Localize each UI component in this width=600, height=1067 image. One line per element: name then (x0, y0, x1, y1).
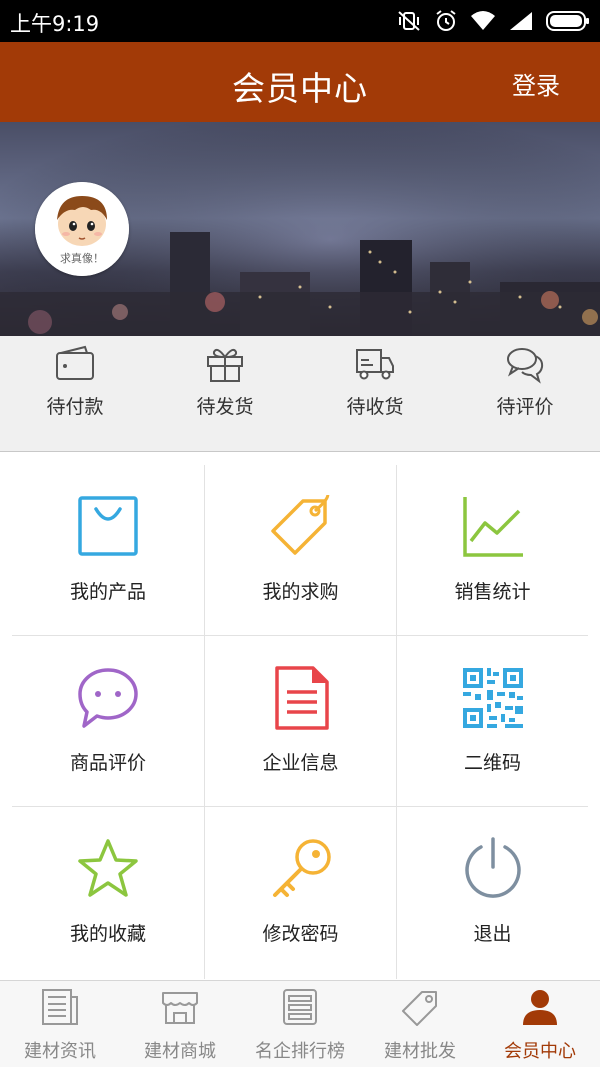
nav-label: 建材商城 (144, 1041, 216, 1062)
feature-label: 修改密码 (262, 923, 339, 945)
feature-label: 我的产品 (69, 581, 146, 603)
status-time: 上午9:19 (10, 12, 100, 36)
order-status-pending-shipment[interactable]: 待发货 (150, 336, 300, 452)
login-button[interactable]: 登录 (512, 66, 560, 101)
truck-icon (356, 349, 394, 380)
power-icon (465, 837, 521, 898)
feature-label: 退出 (473, 923, 512, 945)
vibrate-icon (396, 9, 422, 33)
order-status-label: 待评价 (496, 396, 554, 418)
order-status-pending-receipt[interactable]: 待收货 (300, 336, 450, 452)
order-status-label: 待收货 (346, 396, 404, 418)
my-purchase-requests-button[interactable]: 我的求购 (204, 465, 396, 635)
tag-icon (402, 991, 437, 1026)
avatar[interactable]: 求真像！ (35, 182, 129, 276)
change-password-button[interactable]: 修改密码 (204, 807, 396, 979)
chat-bubbles-icon (507, 348, 544, 384)
qr-code-icon (463, 668, 523, 728)
qr-code-button[interactable]: 二维码 (396, 636, 588, 806)
nav-item-wholesale[interactable]: 建材批发 (360, 981, 480, 1067)
product-reviews-button[interactable]: 商品评价 (12, 636, 204, 806)
feature-label: 我的求购 (262, 581, 339, 603)
order-status-row: 待付款 待发货 待收货 待评价 (0, 336, 600, 452)
line-chart-icon (463, 497, 523, 557)
wallet-icon (56, 345, 94, 380)
star-icon (78, 839, 138, 897)
nav-item-ranking[interactable]: 名企排行榜 (240, 981, 360, 1067)
wifi-icon (470, 10, 496, 32)
ranking-list-icon (283, 989, 317, 1025)
order-status-label: 待付款 (46, 396, 104, 418)
status-icons (396, 7, 590, 35)
logout-button[interactable]: 退出 (396, 807, 588, 979)
speech-bubble-icon (78, 668, 138, 728)
avatar-caption: 求真像！ (60, 252, 104, 265)
key-icon (273, 839, 331, 897)
my-products-button[interactable]: 我的产品 (12, 465, 204, 635)
gift-icon (207, 348, 243, 382)
signal-icon (508, 10, 534, 32)
feature-label: 销售统计 (454, 581, 531, 603)
order-status-pending-review[interactable]: 待评价 (450, 336, 600, 452)
user-icon (523, 990, 557, 1025)
battery-icon (546, 10, 590, 32)
store-icon (162, 992, 198, 1024)
price-tag-icon (271, 495, 330, 555)
sales-statistics-button[interactable]: 销售统计 (396, 465, 588, 635)
my-favorites-button[interactable]: 我的收藏 (12, 807, 204, 979)
order-status-pending-payment[interactable]: 待付款 (0, 336, 150, 452)
order-status-label: 待发货 (196, 396, 254, 418)
nav-label: 名企排行榜 (255, 1041, 345, 1062)
app-header: 会员中心 登录 (0, 42, 600, 122)
document-icon (275, 666, 329, 730)
company-info-button[interactable]: 企业信息 (204, 636, 396, 806)
news-icon (42, 989, 78, 1025)
bottom-navigation: 建材资讯 建材商城 名企排行榜 建材批发 会员中心 (0, 980, 600, 1067)
feature-grid-row: 我的收藏 修改密码 退出 (12, 807, 588, 979)
nav-label: 建材资讯 (24, 1041, 96, 1062)
page-title: 会员中心 (232, 69, 368, 108)
nav-label: 建材批发 (384, 1041, 456, 1062)
feature-grid: 我的产品 我的求购 销售统计 商品评价 企业信息 二维码 我的收藏 修改密码 退… (12, 465, 588, 979)
feature-label: 企业信息 (262, 752, 339, 774)
feature-grid-row: 商品评价 企业信息 二维码 (12, 636, 588, 807)
nav-item-member-center[interactable]: 会员中心 (480, 981, 600, 1067)
shopping-bag-icon (78, 496, 138, 556)
status-bar: 上午9:19 (0, 0, 600, 42)
feature-grid-row: 我的产品 我的求购 销售统计 (12, 465, 588, 636)
nav-item-mall[interactable]: 建材商城 (120, 981, 240, 1067)
nav-label: 会员中心 (504, 1041, 576, 1062)
feature-label: 二维码 (463, 752, 521, 774)
feature-label: 我的收藏 (69, 923, 146, 945)
nav-item-news[interactable]: 建材资讯 (0, 981, 120, 1067)
alarm-icon (434, 9, 458, 33)
feature-label: 商品评价 (69, 752, 146, 774)
